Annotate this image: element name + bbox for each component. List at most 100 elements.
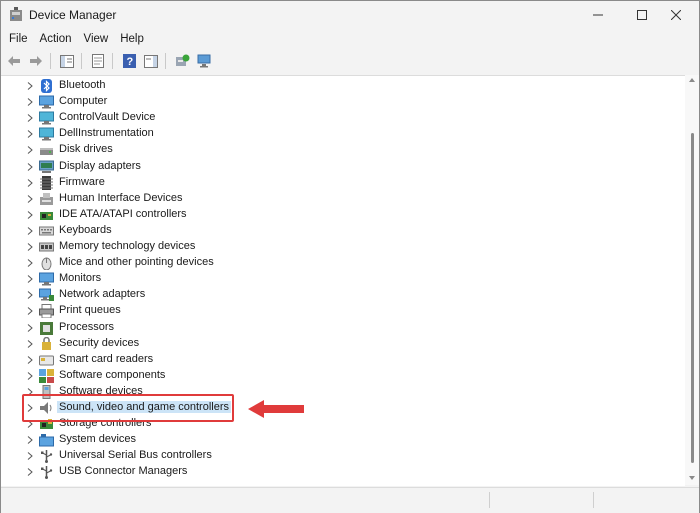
scroll-up-icon[interactable] xyxy=(689,78,695,82)
back-icon xyxy=(8,56,20,66)
processor-icon xyxy=(40,322,53,335)
toolbar-separator xyxy=(81,53,82,69)
tree-item[interactable]: IDE ATA/ATAPI controllers xyxy=(1,207,681,223)
menu-view[interactable]: View xyxy=(78,33,115,45)
menu-bar: File Action View Help xyxy=(1,29,699,49)
scroll-down-icon[interactable] xyxy=(689,476,695,480)
tree-item[interactable]: Print queues xyxy=(1,303,681,319)
chevron-right-icon[interactable] xyxy=(26,211,34,219)
chevron-right-icon[interactable] xyxy=(26,468,34,476)
chevron-right-icon[interactable] xyxy=(26,146,34,154)
chevron-right-icon[interactable] xyxy=(26,275,34,283)
chevron-right-icon[interactable] xyxy=(26,356,34,364)
chevron-right-icon[interactable] xyxy=(26,243,34,251)
close-icon xyxy=(671,10,681,20)
status-divider xyxy=(489,492,490,508)
chevron-right-icon[interactable] xyxy=(26,259,34,267)
properties-icon xyxy=(92,54,104,68)
tree-item[interactable]: Processors xyxy=(1,320,681,336)
update-driver-button[interactable] xyxy=(173,52,191,70)
tree-item[interactable]: Human Interface Devices xyxy=(1,191,681,207)
tree-item-label: Human Interface Devices xyxy=(59,192,183,204)
menu-file[interactable]: File xyxy=(1,33,34,45)
tree-item[interactable]: Security devices xyxy=(1,336,681,352)
chevron-right-icon[interactable] xyxy=(26,340,34,348)
tree-item[interactable]: Network adapters xyxy=(1,287,681,303)
keyboard-icon xyxy=(39,226,54,236)
smart-card-icon xyxy=(39,355,54,366)
chevron-right-icon[interactable] xyxy=(26,130,34,138)
monitor-icon xyxy=(39,272,54,286)
scrollbar-thumb[interactable] xyxy=(691,133,694,463)
chevron-right-icon[interactable] xyxy=(26,114,34,122)
firmware-icon xyxy=(40,176,53,190)
tree-item-label: Smart card readers xyxy=(59,353,154,365)
menu-action[interactable]: Action xyxy=(34,33,78,45)
properties-button[interactable] xyxy=(89,52,107,70)
chevron-right-icon[interactable] xyxy=(26,195,34,203)
help-button[interactable]: ? xyxy=(120,52,138,70)
action-pane-button[interactable] xyxy=(142,52,160,70)
tree-item-label: Memory technology devices xyxy=(59,240,196,252)
ide-controller-icon xyxy=(40,212,53,220)
security-device-icon xyxy=(42,337,51,350)
device-manager-app-icon xyxy=(10,7,22,21)
tree-item-label: Bluetooth xyxy=(59,79,106,91)
back-button[interactable] xyxy=(5,52,23,70)
tree-item-label: Computer xyxy=(59,95,108,107)
chevron-right-icon[interactable] xyxy=(26,227,34,235)
menu-help[interactable]: Help xyxy=(114,33,150,45)
bluetooth-icon xyxy=(41,79,52,93)
tree-item[interactable]: USB Connector Managers xyxy=(1,464,681,480)
chevron-right-icon[interactable] xyxy=(26,163,34,171)
tree-item[interactable]: Monitors xyxy=(1,271,681,287)
toolbar: ? xyxy=(1,49,699,73)
tree-item[interactable]: DellInstrumentation xyxy=(1,126,681,142)
minimize-icon xyxy=(593,14,603,16)
chevron-right-icon[interactable] xyxy=(26,98,34,106)
tree-item[interactable]: Display adapters xyxy=(1,159,681,175)
status-divider xyxy=(593,492,594,508)
computer-icon xyxy=(39,95,54,109)
forward-button[interactable] xyxy=(27,52,45,70)
maximize-icon xyxy=(637,10,647,20)
mouse-icon xyxy=(41,257,52,270)
chevron-right-icon[interactable] xyxy=(26,82,34,90)
chevron-right-icon[interactable] xyxy=(26,291,34,299)
chevron-right-icon[interactable] xyxy=(26,452,34,460)
chevron-right-icon[interactable] xyxy=(26,436,34,444)
tree-item-label: DellInstrumentation xyxy=(59,127,154,139)
tree-item[interactable]: Mice and other pointing devices xyxy=(1,255,681,271)
close-button[interactable] xyxy=(653,1,699,29)
tree-item-label: ControlVault Device xyxy=(59,111,156,123)
tree-item-label: System devices xyxy=(59,433,137,445)
network-adapter-icon xyxy=(39,288,54,301)
tree-item[interactable]: Bluetooth xyxy=(1,78,681,94)
tree-item[interactable]: Disk drives xyxy=(1,142,681,158)
tree-item[interactable]: Software components xyxy=(1,368,681,384)
tree-item[interactable]: Memory technology devices xyxy=(1,239,681,255)
tree-item-label: Monitors xyxy=(59,272,102,284)
show-hide-console-tree-button[interactable] xyxy=(58,52,76,70)
chevron-right-icon[interactable] xyxy=(26,179,34,187)
tree-item-label: Mice and other pointing devices xyxy=(59,256,214,268)
scan-hardware-button[interactable] xyxy=(195,52,213,70)
tree-item[interactable]: Firmware xyxy=(1,175,681,191)
vertical-scrollbar[interactable] xyxy=(685,75,699,485)
tree-item[interactable]: ControlVault Device xyxy=(1,110,681,126)
tree-item[interactable]: Keyboards xyxy=(1,223,681,239)
status-bar xyxy=(1,487,699,513)
tree-item[interactable]: System devices xyxy=(1,432,681,448)
printer-icon xyxy=(39,304,54,318)
scan-hardware-icon xyxy=(197,54,210,68)
tree-item[interactable]: Computer xyxy=(1,94,681,110)
chevron-right-icon[interactable] xyxy=(26,324,34,332)
minimize-button[interactable] xyxy=(575,1,621,29)
update-driver-icon xyxy=(175,54,189,66)
title-bar: Device Manager xyxy=(1,1,699,29)
chevron-right-icon[interactable] xyxy=(26,307,34,315)
tree-item[interactable]: Universal Serial Bus controllers xyxy=(1,448,681,464)
chevron-right-icon[interactable] xyxy=(26,372,34,380)
tree-item[interactable]: Smart card readers xyxy=(1,352,681,368)
device-tree[interactable]: Bluetooth Computer ControlVault Device Dell… xyxy=(1,75,685,486)
